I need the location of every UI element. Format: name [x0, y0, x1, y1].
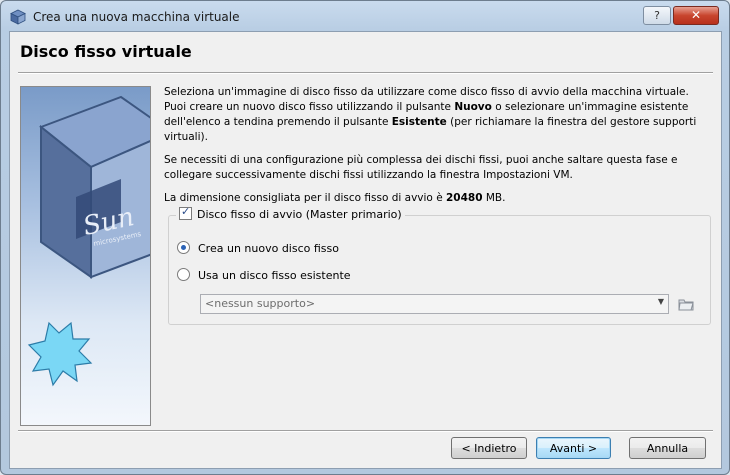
intro-new-keyword: Nuovo: [454, 101, 492, 113]
title-bar[interactable]: Crea una nuova macchina virtuale ? ✕: [1, 1, 729, 31]
heading-divider: [18, 72, 713, 74]
radio-button-create-new[interactable]: [177, 241, 190, 254]
wizard-side-image: Sun microsystems: [20, 86, 151, 426]
page-title: Disco fisso virtuale: [20, 42, 192, 61]
wizard-client-area: Disco fisso virtuale Sun microsystems Se…: [9, 31, 722, 469]
intro-existing-keyword: Esistente: [391, 116, 447, 128]
close-button[interactable]: ✕: [673, 6, 719, 25]
radio-use-existing-disk[interactable]: Usa un disco fisso esistente: [177, 268, 351, 282]
advanced-paragraph: Se necessiti di una configurazione più c…: [164, 154, 678, 181]
boot-disk-checkbox-row[interactable]: Disco fisso di avvio (Master primario): [176, 205, 405, 221]
back-button[interactable]: < Indietro: [451, 437, 527, 459]
radio-use-existing-label: Usa un disco fisso esistente: [198, 269, 351, 282]
window-title: Crea una nuova macchina virtuale: [33, 10, 240, 24]
radio-create-new-label: Crea un nuovo disco fisso: [198, 242, 339, 255]
folder-icon: [678, 299, 694, 311]
existing-disk-dropdown[interactable]: <nessun supporto> ▼: [200, 294, 669, 314]
recommended-size-paragraph: La dimensione consigliata per il disco f…: [164, 191, 712, 206]
radio-create-new-disk[interactable]: Crea un nuovo disco fisso: [177, 241, 339, 255]
description-area: Seleziona un'immagine di disco fisso da …: [164, 85, 712, 214]
help-button[interactable]: ?: [643, 6, 671, 25]
size-unit: MB.: [482, 192, 506, 204]
virtualbox-cube-illustration: [27, 95, 150, 387]
recommended-size-value: 20480: [446, 192, 483, 204]
wizard-window: Crea una nuova macchina virtuale ? ✕ Dis…: [0, 0, 730, 475]
next-button[interactable]: Avanti >: [536, 437, 611, 459]
chevron-down-icon[interactable]: ▼: [658, 297, 664, 306]
size-text-1: La dimensione consigliata per il disco f…: [164, 192, 446, 204]
radio-button-use-existing[interactable]: [177, 268, 190, 281]
media-manager-button[interactable]: [676, 294, 696, 314]
boot-disk-checkbox[interactable]: [179, 205, 192, 220]
cancel-button[interactable]: Annulla: [629, 437, 706, 459]
boot-disk-checkbox-label: Disco fisso di avvio (Master primario): [197, 208, 402, 221]
intro-paragraph: Seleziona un'immagine di disco fisso da …: [164, 85, 712, 145]
dropdown-value: <nessun supporto>: [205, 297, 316, 310]
virtualbox-icon: [10, 9, 26, 25]
footer-divider: [18, 430, 713, 432]
